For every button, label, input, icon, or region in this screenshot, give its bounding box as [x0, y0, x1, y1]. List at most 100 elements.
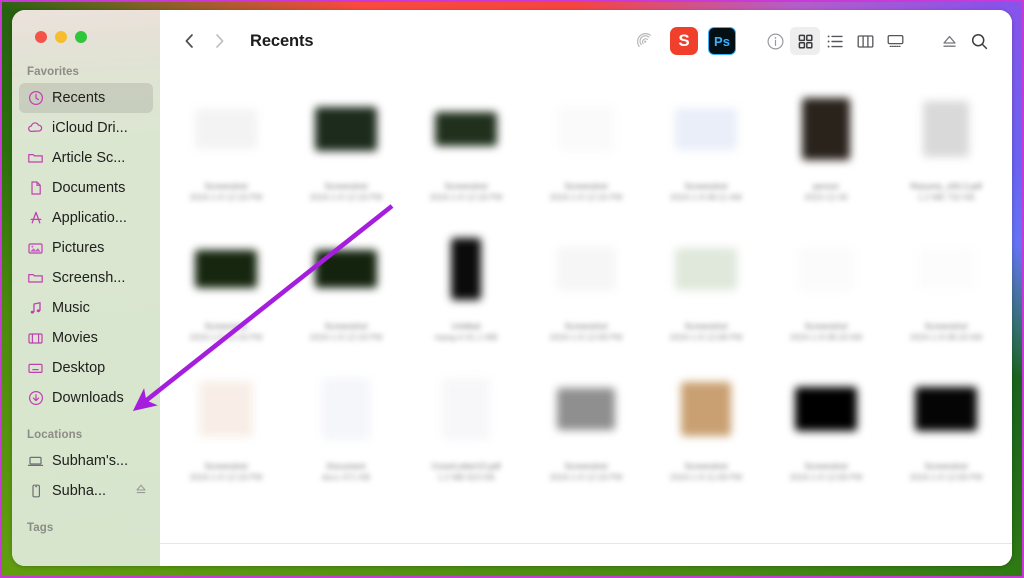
- cloud-icon: [27, 120, 44, 137]
- file-name: Document: [326, 461, 366, 471]
- file-name: Screenshot: [204, 461, 248, 471]
- file-item[interactable]: Screenshot 2024-1-9 12:19 PM: [166, 224, 286, 364]
- file-grid-container[interactable]: Screenshot 2024-1-9 12:19 PM Screenshot 202…: [160, 72, 1012, 566]
- appstore-icon: [27, 210, 44, 227]
- file-item[interactable]: person 2023-12-30: [766, 84, 886, 224]
- file-meta: 2024-1-9 12:19 PM: [189, 472, 263, 483]
- file-item[interactable]: Screenshot 2024-1-9 12:19 PM: [526, 364, 646, 504]
- file-meta: 2024-1-9 12:09 PM: [909, 472, 983, 483]
- file-item[interactable]: CoverLetterV2.pdf 1.2 MB 623 KB: [406, 364, 526, 504]
- file-meta: 2024-1-9 12:19 PM: [189, 192, 263, 203]
- file-name: Screenshot: [684, 461, 728, 471]
- file-grid: Screenshot 2024-1-9 12:19 PM Screenshot 202…: [160, 72, 1012, 504]
- file-thumbnail: [907, 370, 985, 448]
- sidebar-item-label: Movies: [52, 330, 98, 346]
- file-name: Screenshot: [684, 321, 728, 331]
- file-thumbnail: [907, 90, 985, 168]
- music-icon: [27, 300, 44, 317]
- sidebar-item-iphone[interactable]: Subha...: [19, 476, 153, 506]
- minimize-button[interactable]: [55, 31, 67, 43]
- file-item[interactable]: Untitled mpeg-4 41.1 MB: [406, 224, 526, 364]
- clock-icon: [27, 90, 44, 107]
- eject-icon[interactable]: [934, 27, 964, 55]
- airdrop-icon[interactable]: [630, 27, 660, 55]
- sidebar-item-documents[interactable]: Documents: [19, 173, 153, 203]
- eject-icon[interactable]: [135, 483, 147, 499]
- sidebar-item-desktop[interactable]: Desktop: [19, 353, 153, 383]
- file-meta: 2024-1-9 12:19 PM: [309, 332, 383, 343]
- file-item[interactable]: Document docx 471 KB: [286, 364, 406, 504]
- sidebar-item-label: Downloads: [52, 390, 124, 406]
- close-button[interactable]: [35, 31, 47, 43]
- file-name: Screenshot: [804, 461, 848, 471]
- file-thumbnail: [427, 370, 505, 448]
- file-meta: 2023-12-30: [804, 192, 848, 203]
- sidebar-section-favorites: Favorites: [27, 66, 80, 78]
- file-item[interactable]: Screenshot 2024-1-9 11:09 PM: [646, 364, 766, 504]
- file-meta: 2024-1-9 12:08 PM: [669, 332, 743, 343]
- sidebar: Favorites Recents iCloud Dri... Article …: [12, 10, 160, 566]
- sidebar-item-pictures[interactable]: Pictures: [19, 233, 153, 263]
- file-name: Screenshot: [324, 181, 368, 191]
- sidebar-item-recents[interactable]: Recents: [19, 83, 153, 113]
- list-view-icon[interactable]: [820, 27, 850, 55]
- file-item[interactable]: Resume_v04.2.pdf 1.2 MB 732 KB: [886, 84, 1006, 224]
- info-icon[interactable]: [760, 27, 790, 55]
- download-icon: [27, 390, 44, 407]
- file-name: Screenshot: [924, 321, 968, 331]
- search-icon[interactable]: [964, 27, 994, 55]
- file-meta: 2024-1-9 12:19 PM: [309, 192, 383, 203]
- file-item[interactable]: Screenshot 2024-1-9 12:09 PM: [526, 224, 646, 364]
- sidebar-item-movies[interactable]: Movies: [19, 323, 153, 353]
- file-thumbnail: [187, 370, 265, 448]
- file-thumbnail: [307, 90, 385, 168]
- file-item[interactable]: Screenshot 2024-1-9 12:19 PM: [286, 84, 406, 224]
- maximize-button[interactable]: [75, 31, 87, 43]
- file-item[interactable]: Screenshot 2024-1-9 08:19 AM: [886, 224, 1006, 364]
- sidebar-item-downloads[interactable]: Downloads: [19, 383, 153, 413]
- photoshop-app-icon[interactable]: Ps: [708, 27, 736, 55]
- icon-view-icon[interactable]: [790, 27, 820, 55]
- file-item[interactable]: Screenshot 2024-1-9 12:18 PM: [406, 84, 526, 224]
- file-item[interactable]: Screenshot 2024-1-9 12:19 PM: [166, 364, 286, 504]
- sidebar-section-locations: Locations: [27, 429, 83, 441]
- file-item[interactable]: Screenshot 2024-1-9 12:09 PM: [886, 364, 1006, 504]
- file-name: person: [813, 181, 839, 191]
- file-meta: 2024-1-9 11:09 PM: [669, 472, 743, 483]
- page-title: Recents: [250, 31, 314, 50]
- sidebar-item-mac[interactable]: Subham's...: [19, 446, 153, 476]
- file-name: Resume_v04.2.pdf: [910, 181, 982, 191]
- status-divider: [160, 543, 1012, 544]
- file-item[interactable]: Screenshot 2024-1-9 12:16 PM: [526, 84, 646, 224]
- window-controls: [35, 31, 87, 43]
- file-thumbnail: [307, 370, 385, 448]
- gallery-view-icon[interactable]: [880, 27, 910, 55]
- file-item[interactable]: Screenshot 2024-1-9 08:11 AM: [646, 84, 766, 224]
- file-thumbnail: [667, 370, 745, 448]
- sidebar-item-icloud-drive[interactable]: iCloud Dri...: [19, 113, 153, 143]
- file-name: Screenshot: [684, 181, 728, 191]
- sidebar-item-applications[interactable]: Applicatio...: [19, 203, 153, 233]
- forward-button[interactable]: [204, 26, 234, 56]
- file-name: Screenshot: [204, 321, 248, 331]
- sidebar-item-music[interactable]: Music: [19, 293, 153, 323]
- file-thumbnail: [547, 230, 625, 308]
- sidebar-item-article-screenshots[interactable]: Article Sc...: [19, 143, 153, 173]
- sidebar-item-screenshots[interactable]: Screensh...: [19, 263, 153, 293]
- file-meta: 2024-1-9 12:19 PM: [189, 332, 263, 343]
- iphone-icon: [27, 483, 44, 500]
- sidebar-item-label: Documents: [52, 180, 126, 196]
- file-item[interactable]: Screenshot 2024-1-9 12:09 PM: [766, 364, 886, 504]
- back-button[interactable]: [174, 26, 204, 56]
- file-meta: 2024-1-9 08:19 AM: [909, 332, 983, 343]
- setapp-app-icon[interactable]: S: [670, 27, 698, 55]
- file-thumbnail: [667, 90, 745, 168]
- file-item[interactable]: Screenshot 2024-1-9 12:19 PM: [286, 224, 406, 364]
- file-item[interactable]: Screenshot 2024-1-9 12:19 PM: [166, 84, 286, 224]
- main-pane: Recents S Ps Screenshot 2024-1-9 12:19 P…: [160, 10, 1012, 566]
- file-item[interactable]: Screenshot 2024-1-9 12:08 PM: [646, 224, 766, 364]
- file-item[interactable]: Screenshot 2024-1-9 08:19 AM: [766, 224, 886, 364]
- column-view-icon[interactable]: [850, 27, 880, 55]
- sidebar-item-label: Pictures: [52, 240, 105, 256]
- file-thumbnail: [427, 90, 505, 168]
